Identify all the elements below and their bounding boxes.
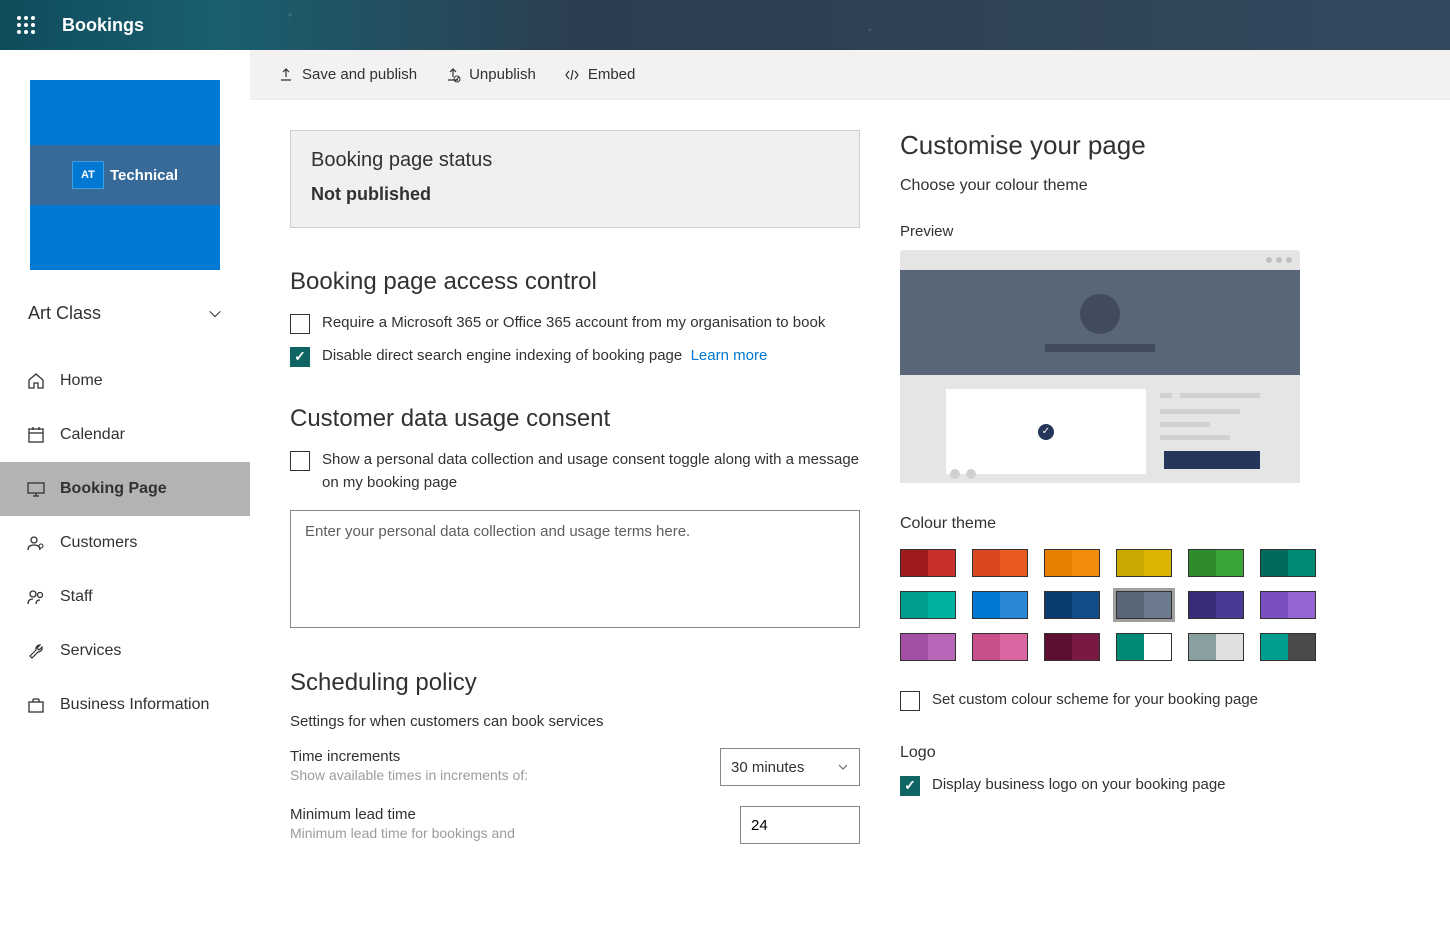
access-heading: Booking page access control bbox=[290, 268, 860, 296]
colour-swatch[interactable] bbox=[900, 549, 956, 577]
nav-label: Business Information bbox=[60, 696, 209, 714]
colour-swatch[interactable] bbox=[972, 549, 1028, 577]
colour-swatch[interactable] bbox=[972, 633, 1028, 661]
time-increments-label: Time increments bbox=[290, 748, 528, 765]
nav-booking-page[interactable]: Booking Page bbox=[0, 462, 250, 516]
nav-business-info[interactable]: Business Information bbox=[0, 678, 250, 732]
top-banner: Bookings bbox=[0, 0, 1450, 50]
logo-text: Technical bbox=[110, 167, 178, 184]
disable-indexing-checkbox[interactable] bbox=[290, 347, 310, 367]
colour-theme-label: Colour theme bbox=[900, 515, 1420, 533]
status-value: Not published bbox=[311, 184, 839, 205]
briefcase-icon bbox=[26, 695, 46, 715]
nav-home[interactable]: Home bbox=[0, 354, 250, 408]
colour-swatch[interactable] bbox=[1116, 549, 1172, 577]
content-area: Save and publish Unpublish Embed Booking… bbox=[250, 50, 1450, 935]
colour-swatch[interactable] bbox=[1260, 549, 1316, 577]
customers-icon bbox=[26, 533, 46, 553]
unpublish-icon bbox=[445, 67, 461, 83]
preview-label: Preview bbox=[900, 223, 1420, 240]
status-title: Booking page status bbox=[311, 149, 839, 172]
disable-indexing-label: Disable direct search engine indexing of… bbox=[322, 345, 767, 368]
logo-badge: AT bbox=[72, 161, 104, 189]
customize-heading: Customise your page bbox=[900, 130, 1420, 161]
staff-icon bbox=[26, 587, 46, 607]
app-title: Bookings bbox=[62, 15, 144, 36]
org-selector[interactable]: Art Class bbox=[0, 295, 250, 336]
colour-swatch[interactable] bbox=[1116, 633, 1172, 661]
customize-sub: Choose your colour theme bbox=[900, 177, 1420, 195]
lead-time-sub: Minimum lead time for bookings and bbox=[290, 825, 515, 841]
time-increments-dropdown[interactable]: 30 minutes bbox=[720, 748, 860, 786]
upload-icon bbox=[278, 67, 294, 83]
swatch-grid bbox=[900, 549, 1420, 661]
toolbar-label: Unpublish bbox=[469, 66, 536, 83]
learn-more-link[interactable]: Learn more bbox=[691, 347, 768, 364]
save-publish-button[interactable]: Save and publish bbox=[278, 66, 417, 83]
colour-swatch[interactable] bbox=[1116, 591, 1172, 619]
scheduling-sub: Settings for when customers can book ser… bbox=[290, 713, 860, 730]
monitor-icon bbox=[26, 479, 46, 499]
embed-button[interactable]: Embed bbox=[564, 66, 636, 83]
display-logo-checkbox[interactable] bbox=[900, 776, 920, 796]
colour-swatch[interactable] bbox=[1044, 591, 1100, 619]
nav-label: Staff bbox=[60, 588, 93, 606]
show-consent-label: Show a personal data collection and usag… bbox=[322, 449, 860, 494]
nav-label: Customers bbox=[60, 534, 137, 552]
nav-services[interactable]: Services bbox=[0, 624, 250, 678]
calendar-icon bbox=[26, 425, 46, 445]
theme-preview: ✓ bbox=[900, 250, 1300, 483]
require-account-checkbox[interactable] bbox=[290, 314, 310, 334]
nav-label: Booking Page bbox=[60, 480, 167, 498]
business-logo: AT Technical bbox=[30, 80, 220, 270]
custom-scheme-label: Set custom colour scheme for your bookin… bbox=[932, 689, 1258, 712]
status-box: Booking page status Not published bbox=[290, 130, 860, 228]
nav-label: Services bbox=[60, 642, 121, 660]
time-increments-sub: Show available times in increments of: bbox=[290, 767, 528, 783]
colour-swatch[interactable] bbox=[1044, 549, 1100, 577]
lead-time-input[interactable] bbox=[740, 806, 860, 844]
toolbar: Save and publish Unpublish Embed bbox=[250, 50, 1450, 100]
colour-swatch[interactable] bbox=[900, 591, 956, 619]
require-account-label: Require a Microsoft 365 or Office 365 ac… bbox=[322, 312, 825, 335]
code-icon bbox=[564, 67, 580, 83]
nav-customers[interactable]: Customers bbox=[0, 516, 250, 570]
wrench-icon bbox=[26, 641, 46, 661]
dropdown-value: 30 minutes bbox=[731, 759, 804, 776]
nav-staff[interactable]: Staff bbox=[0, 570, 250, 624]
toolbar-label: Save and publish bbox=[302, 66, 417, 83]
colour-swatch[interactable] bbox=[1188, 591, 1244, 619]
colour-swatch[interactable] bbox=[1044, 633, 1100, 661]
chevron-down-icon bbox=[208, 307, 222, 321]
toolbar-label: Embed bbox=[588, 66, 636, 83]
org-name: Art Class bbox=[28, 303, 101, 324]
custom-scheme-checkbox[interactable] bbox=[900, 691, 920, 711]
nav-label: Calendar bbox=[60, 426, 125, 444]
sidebar-nav: Home Calendar Booking Page Customers Sta… bbox=[0, 354, 250, 732]
sidebar: AT Technical Art Class Home Calendar Boo… bbox=[0, 50, 250, 935]
colour-swatch[interactable] bbox=[1260, 591, 1316, 619]
colour-swatch[interactable] bbox=[1188, 549, 1244, 577]
colour-swatch[interactable] bbox=[1188, 633, 1244, 661]
consent-textarea[interactable] bbox=[290, 510, 860, 628]
nav-label: Home bbox=[60, 372, 103, 390]
colour-swatch[interactable] bbox=[1260, 633, 1316, 661]
lead-time-label: Minimum lead time bbox=[290, 806, 515, 823]
display-logo-label: Display business logo on your booking pa… bbox=[932, 774, 1226, 797]
nav-calendar[interactable]: Calendar bbox=[0, 408, 250, 462]
unpublish-button[interactable]: Unpublish bbox=[445, 66, 536, 83]
colour-swatch[interactable] bbox=[972, 591, 1028, 619]
home-icon bbox=[26, 371, 46, 391]
scheduling-heading: Scheduling policy bbox=[290, 669, 860, 697]
app-launcher-icon[interactable] bbox=[10, 9, 42, 41]
logo-section-label: Logo bbox=[900, 744, 1420, 762]
chevron-down-icon bbox=[837, 761, 849, 773]
colour-swatch[interactable] bbox=[900, 633, 956, 661]
show-consent-checkbox[interactable] bbox=[290, 451, 310, 471]
consent-heading: Customer data usage consent bbox=[290, 405, 860, 433]
